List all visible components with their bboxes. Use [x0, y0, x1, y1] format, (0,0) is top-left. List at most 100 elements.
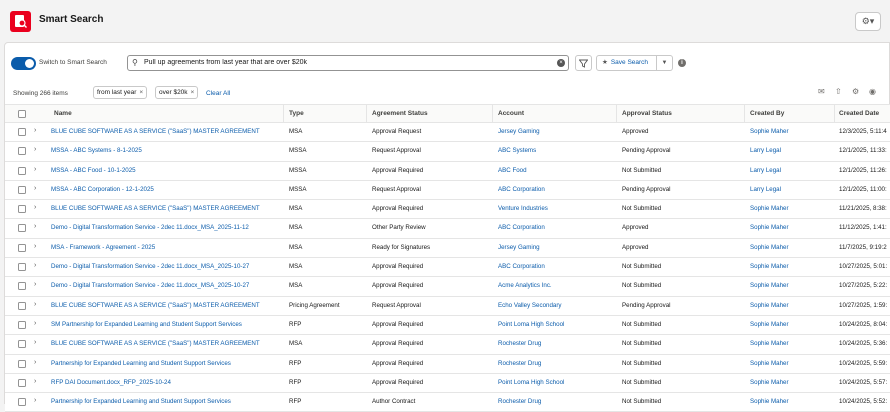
expand-row-chevron-icon[interactable]: ›	[34, 166, 36, 173]
agreement-name-link[interactable]: MSSA - ABC Food - 10-1-2025	[51, 167, 279, 174]
row-checkbox[interactable]	[18, 205, 26, 214]
created-by-link[interactable]: Sophie Maher	[750, 282, 832, 289]
table-row[interactable]: › BLUE CUBE SOFTWARE AS A SERVICE ("SaaS"…	[5, 123, 890, 143]
select-all-checkbox[interactable]	[18, 110, 26, 118]
expand-row-chevron-icon[interactable]: ›	[34, 339, 36, 346]
column-header-agreement-status[interactable]: Agreement Status	[372, 110, 428, 117]
table-row[interactable]: › Partnership for Expanded Learning and S…	[5, 393, 890, 412]
account-link[interactable]: Point Loma High School	[498, 379, 614, 386]
account-link[interactable]: ABC Food	[498, 167, 614, 174]
row-checkbox[interactable]	[18, 340, 26, 349]
account-link[interactable]: Acme Analytics Inc.	[498, 282, 614, 289]
table-row[interactable]: › Demo - Digital Transformation Service -…	[5, 277, 890, 297]
created-by-link[interactable]: Larry Legal	[750, 186, 832, 193]
export-icon[interactable]: ⇧	[835, 87, 842, 96]
account-link[interactable]: ABC Systems	[498, 147, 614, 154]
agreement-name-link[interactable]: BLUE CUBE SOFTWARE AS A SERVICE ("SaaS")…	[51, 340, 279, 347]
expand-row-chevron-icon[interactable]: ›	[34, 243, 36, 250]
clear-all-link[interactable]: Clear All	[206, 90, 230, 97]
smart-search-toggle[interactable]	[11, 57, 36, 70]
expand-row-chevron-icon[interactable]: ›	[34, 281, 36, 288]
remove-filter-icon[interactable]: ×	[139, 89, 143, 96]
table-row[interactable]: › BLUE CUBE SOFTWARE AS A SERVICE ("SaaS"…	[5, 296, 890, 316]
eye-icon[interactable]: ◉	[869, 87, 876, 96]
filter-button[interactable]	[575, 55, 592, 71]
filter-pill[interactable]: over $20k ×	[155, 86, 199, 99]
expand-row-chevron-icon[interactable]: ›	[34, 262, 36, 269]
column-header-created-by[interactable]: Created By	[750, 110, 784, 117]
table-row[interactable]: › BLUE CUBE SOFTWARE AS A SERVICE ("SaaS"…	[5, 200, 890, 220]
row-checkbox[interactable]	[18, 301, 26, 310]
created-by-link[interactable]: Sophie Maher	[750, 340, 832, 347]
expand-row-chevron-icon[interactable]: ›	[34, 378, 36, 385]
column-header-approval-status[interactable]: Approval Status	[622, 110, 672, 117]
account-link[interactable]: Echo Valley Secondary	[498, 302, 614, 309]
column-header-name[interactable]: Name	[54, 110, 72, 117]
expand-row-chevron-icon[interactable]: ›	[34, 397, 36, 404]
expand-row-chevron-icon[interactable]: ›	[34, 204, 36, 211]
created-by-link[interactable]: Sophie Maher	[750, 205, 832, 212]
account-link[interactable]: Jersey Gaming	[498, 244, 614, 251]
created-by-link[interactable]: Sophie Maher	[750, 128, 832, 135]
row-checkbox[interactable]	[18, 378, 26, 387]
created-by-link[interactable]: Sophie Maher	[750, 360, 832, 367]
table-row[interactable]: › RFP DAI Document.docx_RFP_2025-10-24 RFP…	[5, 373, 890, 394]
search-input[interactable]	[144, 59, 544, 66]
row-checkbox[interactable]	[18, 282, 26, 291]
expand-row-chevron-icon[interactable]: ›	[34, 320, 36, 327]
agreement-name-link[interactable]: Partnership for Expanded Learning and St…	[51, 398, 279, 405]
row-checkbox[interactable]	[18, 398, 26, 407]
agreement-name-link[interactable]: MSSA - ABC Corporation - 12-1-2025	[51, 186, 279, 193]
account-link[interactable]: ABC Corporation	[498, 224, 614, 231]
info-icon[interactable]: i	[678, 59, 686, 67]
agreement-name-link[interactable]: MSA - Framework - Agreement - 2025	[51, 244, 279, 251]
expand-row-chevron-icon[interactable]: ›	[34, 223, 36, 230]
table-row[interactable]: › Partnership for Expanded Learning and S…	[5, 354, 890, 374]
email-icon[interactable]: ✉	[818, 87, 825, 96]
expand-row-chevron-icon[interactable]: ›	[34, 359, 36, 366]
filter-pill[interactable]: from last year ×	[93, 86, 148, 99]
table-row[interactable]: › MSSA - ABC Systems - 8-1-2025 MSSA Reques…	[5, 142, 890, 162]
table-row[interactable]: › Demo - Digital Transformation Service -…	[5, 258, 890, 278]
account-link[interactable]: ABC Corporation	[498, 263, 614, 270]
created-by-link[interactable]: Sophie Maher	[750, 244, 832, 251]
table-row[interactable]: › Demo - Digital Transformation Service -…	[5, 219, 890, 239]
agreement-name-link[interactable]: Demo - Digital Transformation Service - …	[51, 224, 279, 231]
save-search-button[interactable]: ★ Save Search	[596, 55, 657, 71]
created-by-link[interactable]: Sophie Maher	[750, 398, 832, 405]
row-checkbox[interactable]	[18, 320, 26, 329]
expand-row-chevron-icon[interactable]: ›	[34, 146, 36, 153]
account-link[interactable]: Jersey Gaming	[498, 128, 614, 135]
remove-filter-icon[interactable]: ×	[191, 89, 195, 96]
agreement-name-link[interactable]: Demo - Digital Transformation Service - …	[51, 282, 279, 289]
created-by-link[interactable]: Sophie Maher	[750, 302, 832, 309]
created-by-link[interactable]: Sophie Maher	[750, 263, 832, 270]
table-row[interactable]: › SM Partnership for Expanded Learning an…	[5, 315, 890, 336]
expand-row-chevron-icon[interactable]: ›	[34, 127, 36, 134]
agreement-name-link[interactable]: RFP DAI Document.docx_RFP_2025-10-24	[51, 379, 279, 386]
created-by-link[interactable]: Sophie Maher	[750, 321, 832, 328]
created-by-link[interactable]: Larry Legal	[750, 147, 832, 154]
account-link[interactable]: Rochester Drug	[498, 398, 614, 405]
agreement-name-link[interactable]: Demo - Digital Transformation Service - …	[51, 263, 279, 270]
account-link[interactable]: Rochester Drug	[498, 340, 614, 347]
row-checkbox[interactable]	[18, 185, 26, 194]
agreement-name-link[interactable]: SM Partnership for Expanded Learning and…	[51, 321, 279, 328]
row-checkbox[interactable]	[18, 243, 26, 252]
row-checkbox[interactable]	[18, 359, 26, 368]
created-by-link[interactable]: Sophie Maher	[750, 224, 832, 231]
agreement-name-link[interactable]: Partnership for Expanded Learning and St…	[51, 360, 279, 367]
created-by-link[interactable]: Larry Legal	[750, 167, 832, 174]
row-checkbox[interactable]	[18, 166, 26, 175]
column-header-account[interactable]: Account	[498, 110, 524, 117]
expand-row-chevron-icon[interactable]: ›	[34, 185, 36, 192]
row-checkbox[interactable]	[18, 263, 26, 272]
account-link[interactable]: Rochester Drug	[498, 360, 614, 367]
gear-icon[interactable]: ⚙	[852, 87, 859, 96]
row-checkbox[interactable]	[18, 224, 26, 233]
column-header-created-date[interactable]: Created Date	[839, 110, 879, 117]
save-search-menu-button[interactable]: ▼	[657, 55, 673, 71]
row-checkbox[interactable]	[18, 128, 26, 136]
table-row[interactable]: › BLUE CUBE SOFTWARE AS A SERVICE ("SaaS"…	[5, 335, 890, 355]
table-row[interactable]: › MSSA - ABC Corporation - 12-1-2025 MSSA R…	[5, 180, 890, 201]
